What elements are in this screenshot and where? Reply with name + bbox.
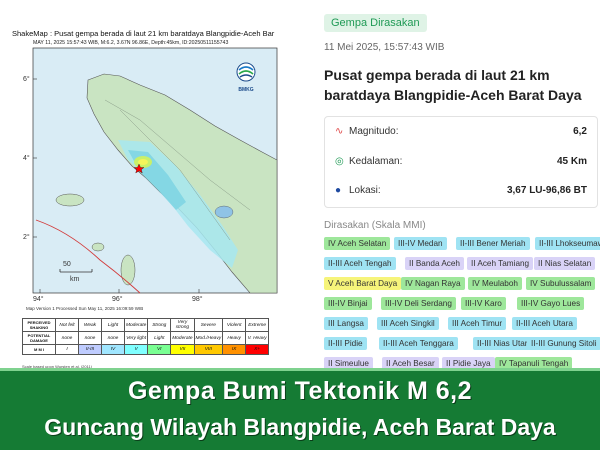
felt-chip: II-III Lhokseumawe	[535, 237, 600, 250]
felt-chip: III Aceh Timur	[448, 317, 507, 330]
felt-chip: II Nias Selatan	[534, 257, 596, 270]
mmi-cell: IV	[101, 344, 125, 355]
stat-value: 45 Km	[556, 155, 587, 167]
map-version-note: Map Version 1 Processed Sun May 11, 2025…	[26, 306, 144, 311]
felt-chip: II-III Pidie	[324, 337, 367, 350]
shaking-header: PERCEIVED SHAKING	[22, 318, 56, 332]
stat-label: Lokasi:	[349, 184, 381, 196]
felt-chip: III-IV Deli Serdang	[381, 297, 456, 310]
felt-chip: II Aceh Tamiang	[467, 257, 534, 270]
damage-header: POTENTIAL DAMAGE	[22, 331, 56, 345]
depth-icon: ◎	[335, 155, 344, 167]
felt-chip: II Banda Aceh	[405, 257, 464, 270]
damage-cell: Mod./Heavy	[193, 331, 224, 345]
felt-chip: II-III Aceh Tenggara	[379, 337, 458, 350]
lat-label-6: 6°	[23, 75, 30, 83]
headline-banner: Gempa Bumi Tektonik M 6,2 Guncang Wilaya…	[0, 368, 600, 450]
scale-value: 50	[63, 261, 71, 268]
event-datetime: 11 Mei 2025, 15:57:43 WIB	[324, 42, 445, 53]
damage-cell: Heavy	[222, 331, 247, 345]
mmi-cell: I	[55, 344, 79, 355]
felt-chip: II-III Gunung Sitoli	[527, 337, 600, 350]
felt-chip: II-III Aceh Tengah	[324, 257, 396, 270]
felt-chip: III-IV Medan	[394, 237, 447, 250]
mmi-cell: V	[123, 344, 149, 355]
felt-chip: III-IV Binjai	[324, 297, 372, 310]
shaking-row: PERCEIVED SHAKING Not felt Weak Light Mo…	[22, 318, 270, 332]
shakemap-panel: ShakeMap : Pusat gempa berada di laut 21…	[0, 0, 300, 369]
stat-label: Magnitudo:	[349, 125, 399, 137]
stat-depth: ◎ Kedalaman: 45 Km	[335, 151, 587, 171]
earthquake-info-card: Gempa Dirasakan 11 Mei 2025, 15:57:43 WI…	[312, 0, 600, 370]
lat-label-4: 4°	[23, 154, 30, 162]
felt-chip: III-IV Karo	[461, 297, 506, 310]
felt-section-label: Dirasakan (Skala MMI)	[324, 220, 426, 231]
lon-label-94: 94°	[33, 295, 44, 303]
banner-line-1: Gempa Bumi Tektonik M 6,2	[127, 377, 473, 405]
felt-chip: IV Nagan Raya	[401, 277, 465, 290]
felt-chip: II-III Bener Meriah	[456, 237, 530, 250]
felt-chip: IV Aceh Selatan	[324, 237, 391, 250]
shaking-cell: Light	[101, 318, 125, 332]
lon-label-96: 96°	[112, 295, 123, 303]
shaking-cell: Very strong	[170, 318, 195, 332]
damage-cell: Moderate	[170, 331, 195, 345]
damage-cell: none	[55, 331, 79, 345]
shaking-cell: Extreme	[245, 318, 270, 332]
damage-cell: Very light	[123, 331, 149, 345]
felt-chip: V Aceh Barat Daya	[324, 277, 402, 290]
stat-location: ● Lokasi: 3,67 LU-96,86 BT	[335, 180, 587, 200]
bmkg-logo: BMKG	[234, 62, 258, 93]
mmi-row: M M I I II-III IV V VI VII VIII IX X+	[22, 344, 270, 355]
damage-cell: none	[78, 331, 102, 345]
stat-label: Kedalaman:	[349, 155, 403, 167]
damage-cell: V. Heavy	[245, 331, 270, 345]
mmi-cell: II-III	[78, 344, 102, 355]
damage-row: POTENTIAL DAMAGE none none none Very lig…	[22, 331, 270, 345]
event-stats-box: ∿ Magnitudo: 6,2 ◎ Kedalaman: 45 Km ● Lo…	[324, 116, 598, 208]
felt-chip: IV Meulaboh	[468, 277, 522, 290]
mmi-cell: VI	[147, 344, 172, 355]
shaking-cell: Weak	[78, 318, 102, 332]
banner-line-2: Guncang Wilayah Blangpidie, Aceh Barat D…	[44, 414, 556, 440]
shaking-cell: Strong	[147, 318, 172, 332]
shakemap-image: 50 km 6° 4° 2° 94° 96° 98°	[23, 47, 278, 303]
mmi-cell: VII	[170, 344, 195, 355]
bmkg-text: BMKG	[238, 87, 254, 93]
shaking-cell: Severe	[193, 318, 224, 332]
felt-chip: III Aceh Singkil	[377, 317, 439, 330]
mmi-header: M M I	[22, 344, 56, 355]
damage-cell: Light	[147, 331, 172, 345]
mmi-cell: X+	[245, 344, 270, 355]
scale-unit: km	[70, 276, 80, 283]
felt-badge: Gempa Dirasakan	[324, 14, 427, 32]
felt-chip: IV Subulussalam	[526, 277, 596, 290]
stat-magnitude: ∿ Magnitudo: 6,2	[335, 121, 587, 141]
shaking-cell: Not felt	[55, 318, 79, 332]
mmi-cell: VIII	[193, 344, 224, 355]
shaking-cell: Moderate	[123, 318, 149, 332]
mmi-cell: IX	[222, 344, 247, 355]
stat-value: 3,67 LU-96,86 BT	[506, 184, 587, 196]
felt-chip: III-IV Gayo Lues	[517, 297, 585, 310]
magnitude-icon: ∿	[335, 125, 344, 137]
event-headline: Pusat gempa berada di laut 21 km baratda…	[324, 67, 582, 103]
lat-label-2: 2°	[23, 233, 30, 241]
mmi-legend-table: PERCEIVED SHAKING Not felt Weak Light Mo…	[22, 318, 270, 355]
location-icon: ●	[335, 184, 342, 196]
felt-chip: II-III Aceh Utara	[512, 317, 577, 330]
stat-value: 6,2	[573, 125, 587, 137]
damage-cell: none	[101, 331, 125, 345]
bmkg-logo-icon	[236, 62, 256, 82]
lon-label-98: 98°	[192, 295, 203, 303]
felt-chip: III Langsa	[324, 317, 368, 330]
shaking-cell: Violent	[222, 318, 247, 332]
